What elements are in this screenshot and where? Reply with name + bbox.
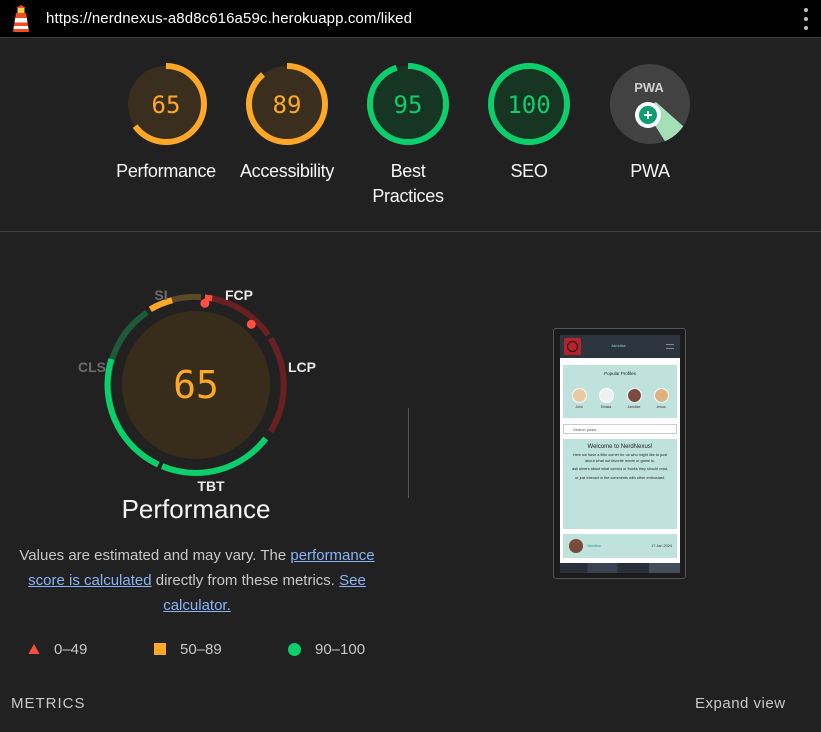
- square-icon: [154, 643, 166, 655]
- more-options-icon[interactable]: [802, 8, 810, 30]
- popular-profiles-card: Popular Profiles John Shiaka Jamdise Jes…: [563, 365, 677, 418]
- accessibility-gauge-ring: 89: [246, 63, 328, 145]
- section-divider: [0, 231, 821, 232]
- description-text-2: directly from these metrics.: [151, 572, 340, 589]
- avatar: [627, 388, 642, 403]
- avatar: [572, 388, 587, 403]
- profile-name: Jamdise: [627, 405, 641, 409]
- expand-view-button[interactable]: Expand view: [695, 695, 786, 712]
- performance-heading: Performance: [121, 494, 271, 524]
- metric-label-fcp: FCP: [225, 287, 253, 303]
- metrics-heading: METRICS: [11, 695, 86, 712]
- metric-label-si: SI: [154, 287, 167, 303]
- performance-gauge[interactable]: 65 Performance: [106, 62, 226, 184]
- pwa-badge-icon: PWA: [610, 64, 690, 144]
- legend-pass: 90–100: [288, 640, 365, 658]
- accessibility-score: 89: [273, 91, 302, 119]
- vertical-divider: [408, 408, 409, 498]
- pwa-gauge[interactable]: PWA PWA: [590, 62, 710, 184]
- legend-pass-range: 90–100: [315, 640, 366, 658]
- search-posts-field: Search posts: [563, 424, 677, 434]
- post-date: 17 Jan 2024: [651, 544, 672, 548]
- metric-label-lcp: LCP: [288, 359, 316, 375]
- profile-name: Jesus: [656, 405, 666, 409]
- avatar: [569, 539, 583, 553]
- performance-label: Performance: [116, 161, 216, 181]
- page-screenshot-thumbnail[interactable]: Jamdise Popular Profiles John Shiaka Jam…: [553, 328, 686, 579]
- seo-label: SEO: [510, 161, 548, 181]
- popular-profiles-title: Popular Profiles: [604, 371, 636, 376]
- avatar: [599, 388, 614, 403]
- best-practices-gauge-ring: 95: [367, 63, 449, 145]
- welcome-title: Welcome to NerdNexus!: [587, 444, 653, 450]
- avatar: [654, 388, 669, 403]
- legend-average: 50–89: [154, 640, 222, 658]
- description-text: Values are estimated and may vary. The: [19, 547, 291, 564]
- accessibility-label: Accessibility: [239, 161, 335, 181]
- performance-score: 65: [152, 91, 181, 119]
- welcome-text: or just interact in the comments with ot…: [575, 475, 665, 480]
- seo-gauge[interactable]: 100 SEO: [469, 62, 589, 184]
- performance-big-score: 65: [173, 363, 219, 407]
- post-author: Jamdise: [587, 544, 602, 548]
- phone-screenshot: Jamdise Popular Profiles John Shiaka Jam…: [560, 335, 680, 573]
- metric-label-cls: CLS: [78, 359, 106, 375]
- seo-score: 100: [507, 91, 550, 119]
- welcome-text: Here we have a little corner for us who …: [572, 453, 668, 463]
- seo-gauge-ring: 100: [488, 63, 570, 145]
- welcome-text: ask others about what comics or books th…: [572, 467, 668, 471]
- score-description: Values are estimated and may vary. The p…: [16, 543, 378, 618]
- site-navbar: Jamdise: [560, 335, 680, 358]
- triangle-icon: [28, 644, 40, 654]
- best-practices-score: 95: [394, 91, 423, 119]
- best-practices-label: Best Practices: [372, 161, 444, 206]
- lighthouse-logo-icon: [13, 5, 29, 32]
- pwa-badge-text: PWA: [634, 80, 664, 95]
- legend-fail: 0–49: [28, 640, 87, 658]
- circle-icon: [288, 642, 301, 656]
- profile-name: John: [575, 405, 583, 409]
- nav-username: Jamdise: [611, 343, 626, 348]
- accessibility-gauge[interactable]: 89 Accessibility: [227, 62, 347, 184]
- site-logo-icon: [564, 338, 581, 355]
- performance-metrics-gauge: SI FCP LCP CLS TBT 65: [78, 287, 316, 492]
- legend-fail-range: 0–49: [54, 640, 88, 658]
- top-bar: https://nerdnexus-a8d8c616a59c.herokuapp…: [0, 0, 821, 38]
- metric-label-tbt: TBT: [197, 478, 225, 492]
- welcome-card: Welcome to NerdNexus! Here we have a lit…: [563, 439, 677, 529]
- pwa-label: PWA: [630, 161, 670, 181]
- page-url: https://nerdnexus-a8d8c616a59c.herokuapp…: [46, 10, 413, 27]
- performance-gauge-ring: 65: [125, 63, 207, 145]
- hamburger-menu-icon: [666, 344, 674, 349]
- legend-average-range: 50–89: [180, 640, 222, 658]
- image-strip: [560, 563, 680, 573]
- post-card: Jamdise 17 Jan 2024: [563, 534, 677, 558]
- best-practices-gauge[interactable]: 95 Best Practices: [348, 62, 468, 209]
- profile-name: Shiaka: [600, 405, 612, 409]
